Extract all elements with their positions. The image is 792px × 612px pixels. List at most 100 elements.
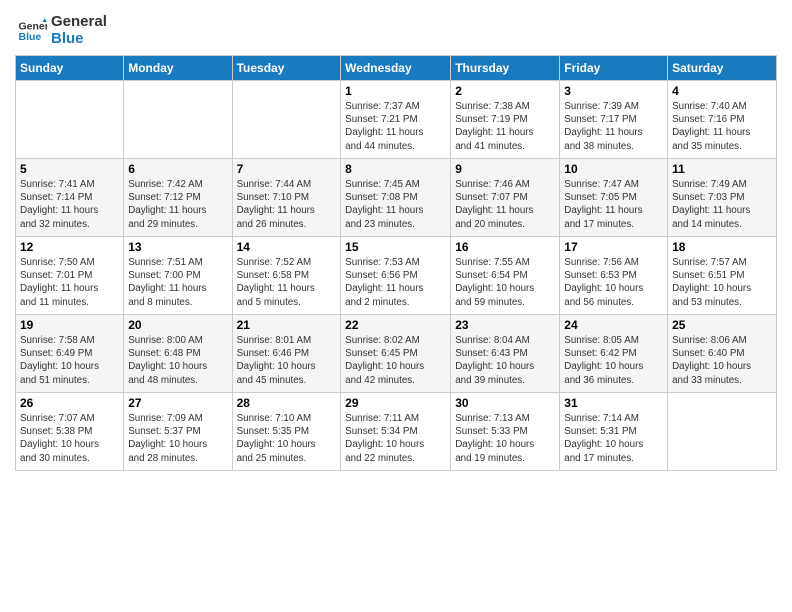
calendar-cell: 18Sunrise: 7:57 AM Sunset: 6:51 PM Dayli… (668, 237, 777, 315)
day-number: 5 (20, 162, 119, 176)
week-row-2: 12 Sunrise: 7:50 AM Sunset: 7:01 PM Dayli… (16, 237, 777, 315)
calendar-cell: 15 Sunrise: 7:53 AM Sunset: 6:56 PM Dayli… (341, 237, 451, 315)
day-info: Sunrise: 8:04 AM Sunset: 6:43 PM Dayligh… (455, 334, 555, 387)
week-row-1: 5 Sunrise: 7:41 AM Sunset: 7:14 PM Daylig… (16, 159, 777, 237)
calendar-cell: 14 Sunrise: 7:52 AM Sunset: 6:58 PM Dayli… (232, 237, 341, 315)
weekday-header-saturday: Saturday (668, 56, 777, 81)
day-number: 1 (345, 84, 446, 98)
day-info: Sunrise: 7:44 AM Sunset: 7:10 PM Dayligh… (237, 178, 337, 231)
day-number: 15 (345, 240, 446, 254)
calendar-cell: 7 Sunrise: 7:44 AM Sunset: 7:10 PM Daylig… (232, 159, 341, 237)
calendar-cell: 9 Sunrise: 7:46 AM Sunset: 7:07 PM Daylig… (451, 159, 560, 237)
day-info: Sunrise: 7:07 AM Sunset: 5:38 PM Dayligh… (20, 412, 119, 465)
logo-line2: Blue (51, 31, 107, 48)
week-row-3: 19Sunrise: 7:58 AM Sunset: 6:49 PM Dayli… (16, 315, 777, 393)
day-info: Sunrise: 8:02 AM Sunset: 6:45 PM Dayligh… (345, 334, 446, 387)
day-info: Sunrise: 7:47 AM Sunset: 7:05 PM Dayligh… (564, 178, 663, 231)
logo: General Blue General Blue (15, 14, 107, 47)
day-number: 10 (564, 162, 663, 176)
day-info: Sunrise: 7:49 AM Sunset: 7:03 PM Dayligh… (672, 178, 772, 231)
day-number: 31 (564, 396, 663, 410)
day-info: Sunrise: 7:46 AM Sunset: 7:07 PM Dayligh… (455, 178, 555, 231)
calendar-cell: 28 Sunrise: 7:10 AM Sunset: 5:35 PM Dayli… (232, 393, 341, 471)
calendar-cell: 29Sunrise: 7:11 AM Sunset: 5:34 PM Dayli… (341, 393, 451, 471)
calendar-cell: 16Sunrise: 7:55 AM Sunset: 6:54 PM Dayli… (451, 237, 560, 315)
calendar-cell: 2 Sunrise: 7:38 AM Sunset: 7:19 PM Daylig… (451, 81, 560, 159)
day-number: 6 (128, 162, 227, 176)
day-number: 7 (237, 162, 337, 176)
calendar-cell: 19Sunrise: 7:58 AM Sunset: 6:49 PM Dayli… (16, 315, 124, 393)
day-info: Sunrise: 7:50 AM Sunset: 7:01 PM Dayligh… (20, 256, 119, 309)
day-info: Sunrise: 7:56 AM Sunset: 6:53 PM Dayligh… (564, 256, 663, 309)
calendar-cell: 4 Sunrise: 7:40 AM Sunset: 7:16 PM Daylig… (668, 81, 777, 159)
calendar-cell: 12 Sunrise: 7:50 AM Sunset: 7:01 PM Dayli… (16, 237, 124, 315)
day-number: 17 (564, 240, 663, 254)
day-info: Sunrise: 7:39 AM Sunset: 7:17 PM Dayligh… (564, 100, 663, 153)
weekday-header-tuesday: Tuesday (232, 56, 341, 81)
day-number: 28 (237, 396, 337, 410)
calendar-cell: 5 Sunrise: 7:41 AM Sunset: 7:14 PM Daylig… (16, 159, 124, 237)
day-number: 9 (455, 162, 555, 176)
day-number: 22 (345, 318, 446, 332)
day-number: 29 (345, 396, 446, 410)
calendar-cell: 17 Sunrise: 7:56 AM Sunset: 6:53 PM Dayli… (560, 237, 668, 315)
week-row-4: 26Sunrise: 7:07 AM Sunset: 5:38 PM Dayli… (16, 393, 777, 471)
day-number: 21 (237, 318, 337, 332)
calendar-cell: 13Sunrise: 7:51 AM Sunset: 7:00 PM Dayli… (124, 237, 232, 315)
day-info: Sunrise: 7:40 AM Sunset: 7:16 PM Dayligh… (672, 100, 772, 153)
day-info: Sunrise: 8:01 AM Sunset: 6:46 PM Dayligh… (237, 334, 337, 387)
day-number: 27 (128, 396, 227, 410)
calendar-cell: 8Sunrise: 7:45 AM Sunset: 7:08 PM Daylig… (341, 159, 451, 237)
calendar-cell: 6Sunrise: 7:42 AM Sunset: 7:12 PM Daylig… (124, 159, 232, 237)
day-info: Sunrise: 7:10 AM Sunset: 5:35 PM Dayligh… (237, 412, 337, 465)
day-info: Sunrise: 7:09 AM Sunset: 5:37 PM Dayligh… (128, 412, 227, 465)
day-number: 11 (672, 162, 772, 176)
calendar-cell: 24 Sunrise: 8:05 AM Sunset: 6:42 PM Dayli… (560, 315, 668, 393)
day-number: 20 (128, 318, 227, 332)
calendar-cell: 31 Sunrise: 7:14 AM Sunset: 5:31 PM Dayli… (560, 393, 668, 471)
calendar-cell: 26Sunrise: 7:07 AM Sunset: 5:38 PM Dayli… (16, 393, 124, 471)
day-number: 19 (20, 318, 119, 332)
day-info: Sunrise: 7:14 AM Sunset: 5:31 PM Dayligh… (564, 412, 663, 465)
weekday-header-friday: Friday (560, 56, 668, 81)
weekday-header-sunday: Sunday (16, 56, 124, 81)
calendar-cell: 1 Sunrise: 7:37 AM Sunset: 7:21 PM Daylig… (341, 81, 451, 159)
weekday-header-wednesday: Wednesday (341, 56, 451, 81)
day-number: 18 (672, 240, 772, 254)
calendar-cell (16, 81, 124, 159)
day-number: 4 (672, 84, 772, 98)
calendar-cell: 11 Sunrise: 7:49 AM Sunset: 7:03 PM Dayli… (668, 159, 777, 237)
weekday-header-monday: Monday (124, 56, 232, 81)
header: General Blue General Blue (15, 10, 777, 47)
week-row-0: 1 Sunrise: 7:37 AM Sunset: 7:21 PM Daylig… (16, 81, 777, 159)
calendar-cell: 20 Sunrise: 8:00 AM Sunset: 6:48 PM Dayli… (124, 315, 232, 393)
day-number: 14 (237, 240, 337, 254)
calendar-cell: 23Sunrise: 8:04 AM Sunset: 6:43 PM Dayli… (451, 315, 560, 393)
weekday-header-thursday: Thursday (451, 56, 560, 81)
calendar-cell: 27 Sunrise: 7:09 AM Sunset: 5:37 PM Dayli… (124, 393, 232, 471)
day-info: Sunrise: 7:37 AM Sunset: 7:21 PM Dayligh… (345, 100, 446, 153)
calendar-cell (668, 393, 777, 471)
calendar-cell: 3Sunrise: 7:39 AM Sunset: 7:17 PM Daylig… (560, 81, 668, 159)
svg-text:Blue: Blue (19, 31, 42, 43)
day-info: Sunrise: 7:52 AM Sunset: 6:58 PM Dayligh… (237, 256, 337, 309)
day-info: Sunrise: 7:45 AM Sunset: 7:08 PM Dayligh… (345, 178, 446, 231)
calendar-cell: 22 Sunrise: 8:02 AM Sunset: 6:45 PM Dayli… (341, 315, 451, 393)
calendar-cell: 30Sunrise: 7:13 AM Sunset: 5:33 PM Dayli… (451, 393, 560, 471)
day-number: 24 (564, 318, 663, 332)
day-info: Sunrise: 7:41 AM Sunset: 7:14 PM Dayligh… (20, 178, 119, 231)
day-number: 2 (455, 84, 555, 98)
day-info: Sunrise: 7:38 AM Sunset: 7:19 PM Dayligh… (455, 100, 555, 153)
day-info: Sunrise: 7:51 AM Sunset: 7:00 PM Dayligh… (128, 256, 227, 309)
day-info: Sunrise: 8:05 AM Sunset: 6:42 PM Dayligh… (564, 334, 663, 387)
calendar-cell: 10 Sunrise: 7:47 AM Sunset: 7:05 PM Dayli… (560, 159, 668, 237)
day-info: Sunrise: 8:00 AM Sunset: 6:48 PM Dayligh… (128, 334, 227, 387)
day-info: Sunrise: 7:53 AM Sunset: 6:56 PM Dayligh… (345, 256, 446, 309)
logo-line1: General (51, 14, 107, 31)
day-number: 12 (20, 240, 119, 254)
day-info: Sunrise: 7:55 AM Sunset: 6:54 PM Dayligh… (455, 256, 555, 309)
day-number: 25 (672, 318, 772, 332)
calendar-cell (124, 81, 232, 159)
day-number: 30 (455, 396, 555, 410)
page: General Blue General Blue SundayMondayTu… (0, 0, 792, 612)
